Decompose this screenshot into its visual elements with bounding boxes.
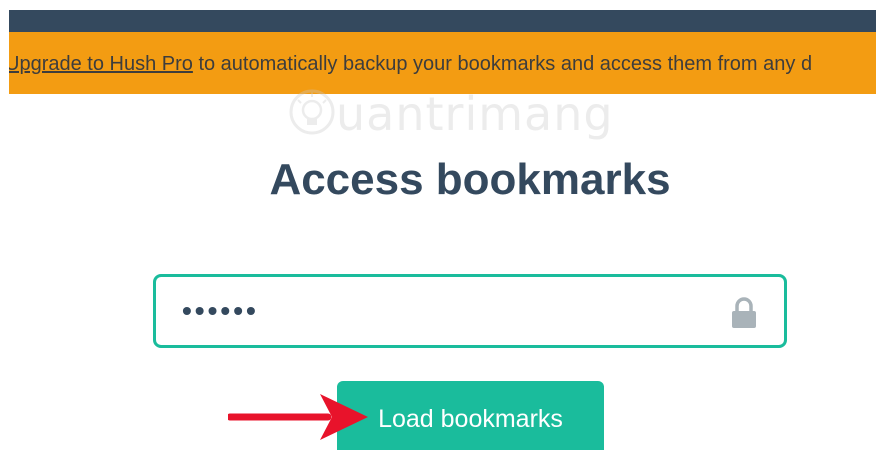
top-bar (9, 10, 876, 32)
banner-text: Upgrade to Hush Pro to automatically bac… (9, 52, 812, 76)
banner-message: to automatically backup your bookmarks a… (192, 53, 813, 75)
password-value: •••••• (182, 295, 259, 326)
password-input[interactable]: •••••• (153, 274, 787, 348)
page-title: Access bookmarks (269, 155, 671, 204)
load-bookmarks-button[interactable]: Load bookmarks (337, 381, 604, 450)
load-bookmarks-label: Load bookmarks (378, 405, 563, 433)
watermark-text: uantrimang (336, 87, 614, 141)
upgrade-banner: Upgrade to Hush Pro to automatically bac… (9, 32, 876, 94)
upgrade-link[interactable]: Upgrade to Hush Pro (9, 53, 193, 75)
lightbulb-icon (289, 89, 335, 135)
lock-icon (732, 297, 756, 328)
page: Upgrade to Hush Pro to automatically bac… (0, 0, 876, 450)
arrow-icon (228, 394, 368, 440)
